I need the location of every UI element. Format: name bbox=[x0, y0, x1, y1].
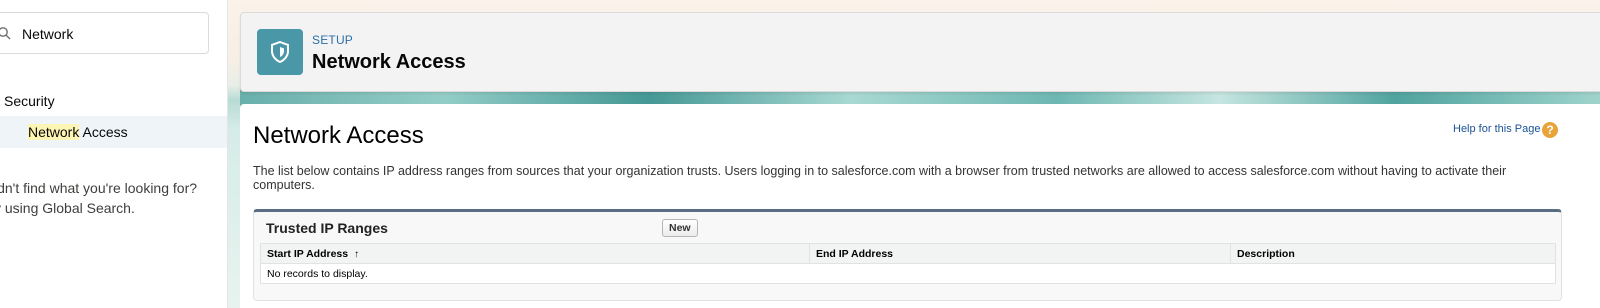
page-title: Network Access bbox=[312, 51, 466, 73]
column-header-end-ip[interactable]: End IP Address bbox=[809, 243, 1231, 264]
table-row: No records to display. bbox=[260, 263, 1556, 284]
trusted-ip-ranges-list: Trusted IP Ranges New Start IP Address ↑ … bbox=[253, 209, 1562, 301]
column-header-start-ip[interactable]: Start IP Address ↑ bbox=[260, 243, 810, 264]
search-icon bbox=[0, 26, 11, 40]
not-found-line-1: idn't find what you're looking for? bbox=[0, 180, 198, 196]
column-header-label: Start IP Address bbox=[267, 247, 349, 260]
tree-node-security-label: Security bbox=[4, 93, 55, 109]
new-button[interactable]: New bbox=[662, 219, 698, 237]
search-match-highlight: Network bbox=[28, 124, 80, 140]
tree-node-network-access-label: Network Access bbox=[28, 124, 128, 140]
table-header-row: Start IP Address ↑ End IP Address Descrip… bbox=[260, 243, 1556, 264]
sort-ascending-icon: ↑ bbox=[354, 248, 360, 260]
trusted-ip-table: Start IP Address ↑ End IP Address Descrip… bbox=[260, 243, 1556, 284]
help-icon[interactable]: ? bbox=[1542, 122, 1558, 138]
page-description: The list below contains IP address range… bbox=[253, 164, 1507, 192]
not-found-line-2: y using Global Search. bbox=[0, 200, 135, 216]
content-heading: Network Access bbox=[253, 122, 424, 149]
breadcrumb-setup: SETUP bbox=[312, 33, 354, 47]
page-header: SETUP Network Access bbox=[240, 12, 1600, 92]
column-header-description[interactable]: Description bbox=[1230, 243, 1556, 264]
quick-find-input[interactable]: Network bbox=[22, 26, 73, 42]
tree-node-network-access[interactable]: Network Access bbox=[0, 116, 228, 148]
empty-message: No records to display. bbox=[260, 263, 1556, 284]
setup-sidebar: Network Security Network Access idn't fi… bbox=[0, 0, 228, 308]
help-link[interactable]: Help for this Page bbox=[1453, 123, 1540, 135]
not-found-hint: idn't find what you're looking for? y us… bbox=[0, 178, 197, 218]
content-panel: Network Access Help for this Page ? The … bbox=[240, 104, 1600, 308]
related-list-title: Trusted IP Ranges bbox=[266, 220, 388, 236]
tree-node-security[interactable]: Security bbox=[0, 88, 228, 114]
tree-node-label-rest: Access bbox=[79, 124, 128, 140]
quick-find-box[interactable]: Network bbox=[0, 12, 209, 54]
shield-icon bbox=[257, 29, 303, 75]
